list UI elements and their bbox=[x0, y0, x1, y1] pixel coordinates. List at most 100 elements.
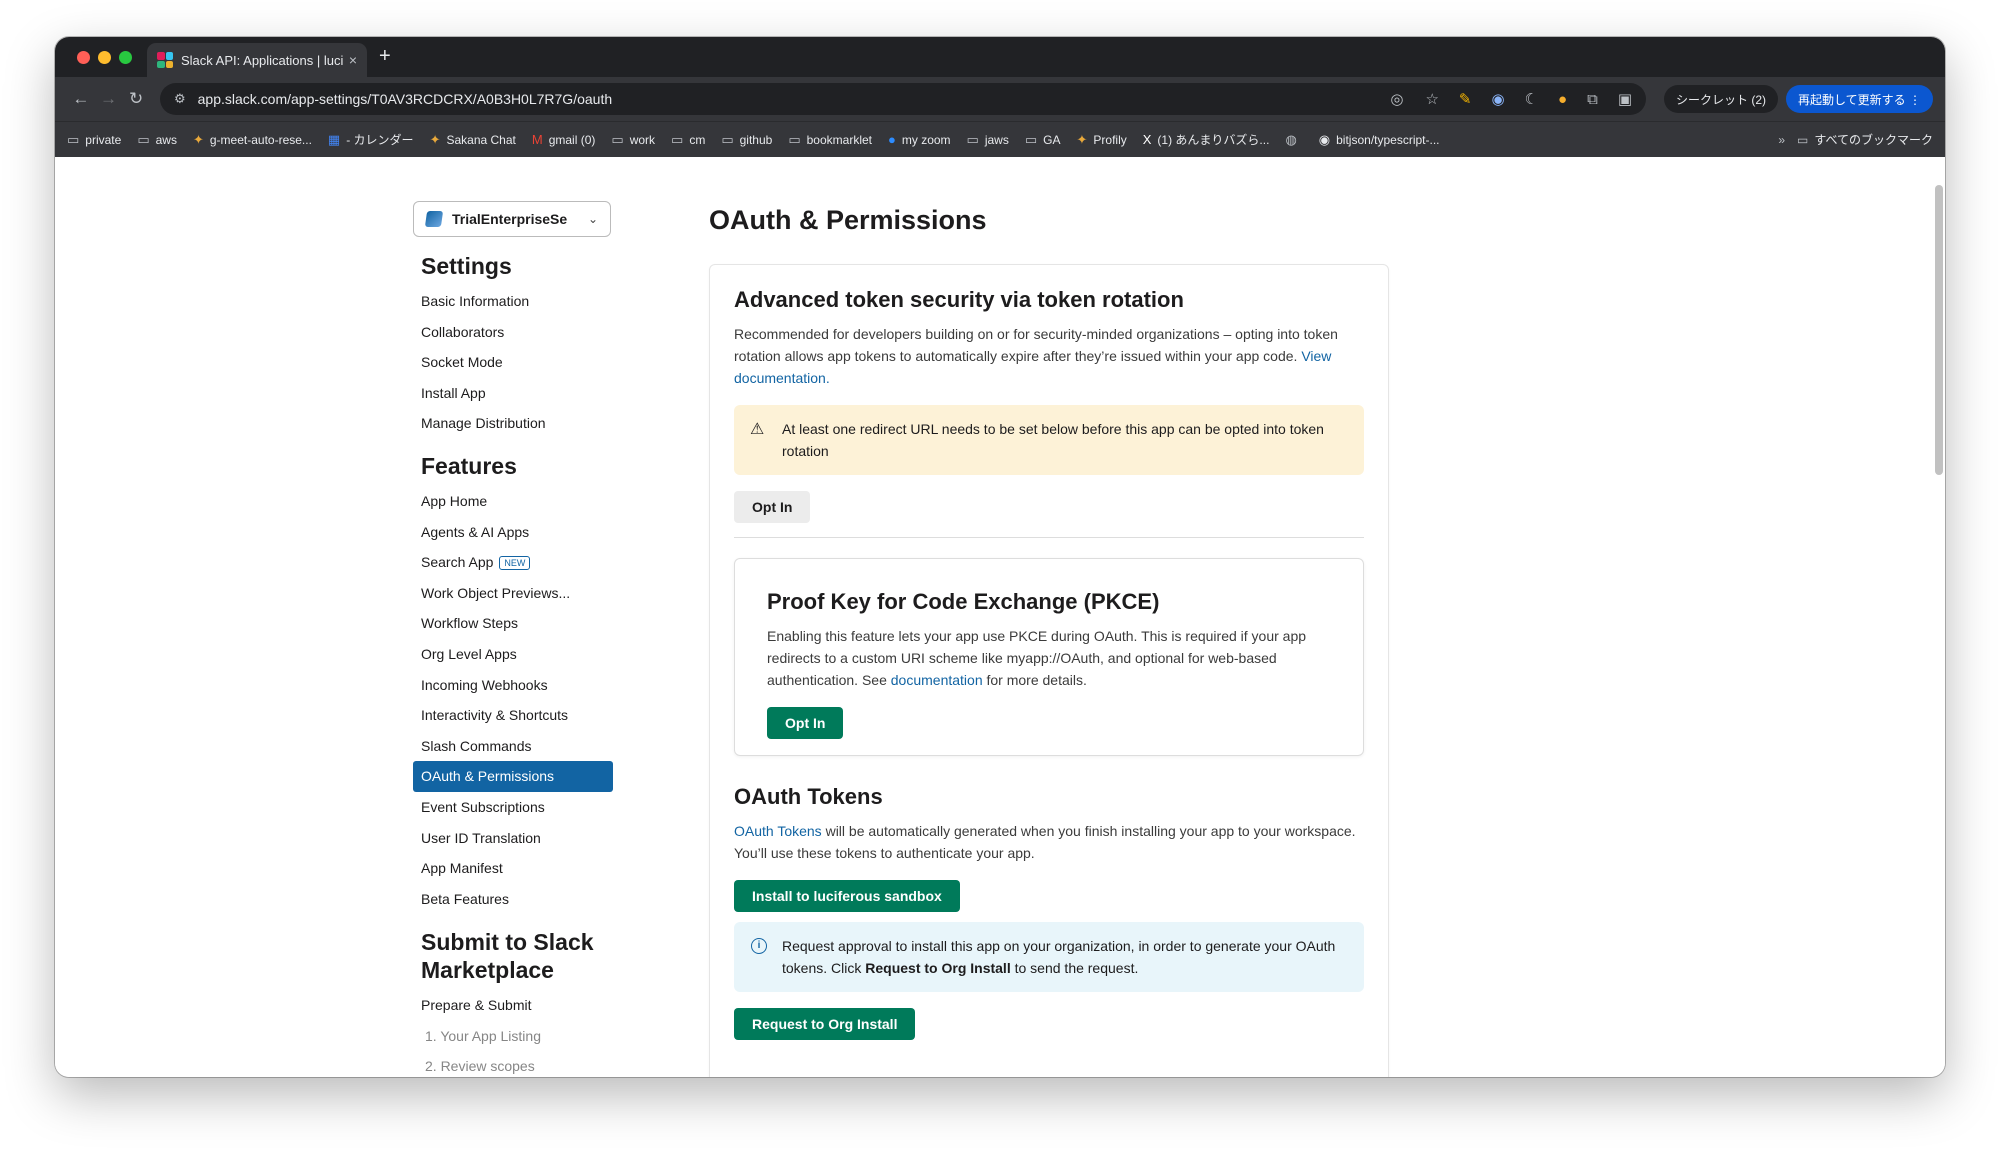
close-window-button[interactable] bbox=[77, 51, 90, 64]
bookmark-label: Profily bbox=[1093, 132, 1127, 147]
extensions-puzzle-icon[interactable]: ⧉ bbox=[1587, 91, 1598, 108]
extension-moon-icon[interactable]: ☾ bbox=[1525, 90, 1538, 108]
info-text-after: to send the request. bbox=[1014, 960, 1139, 976]
browser-tab[interactable]: Slack API: Applications | lucife × bbox=[147, 43, 367, 77]
maximize-window-button[interactable] bbox=[119, 51, 132, 64]
bookmark-item[interactable]: ▭ github bbox=[721, 132, 772, 148]
pkce-card: Proof Key for Code Exchange (PKCE) Enabl… bbox=[734, 558, 1364, 756]
sidebar-item-label: Manage Distribution bbox=[421, 415, 546, 432]
bookmark-item[interactable]: Mgmail (0) bbox=[532, 132, 596, 147]
new-tab-button[interactable]: + bbox=[379, 45, 391, 68]
extension-key-icon[interactable]: ✎ bbox=[1459, 90, 1472, 108]
token-rotation-text: Recommended for developers building on o… bbox=[734, 326, 1338, 364]
eye-off-icon[interactable]: ◎ bbox=[1390, 90, 1403, 108]
reload-icon[interactable]: ↻ bbox=[122, 89, 150, 109]
sidebar-item-label: Event Subscriptions bbox=[421, 798, 545, 815]
folder-icon: ▭ bbox=[67, 131, 80, 147]
browser-window: Slack API: Applications | lucife × + ← →… bbox=[55, 37, 1945, 1077]
sidebar-item-label: App Manifest bbox=[421, 860, 503, 877]
bookmark-item[interactable]: ▭ GA bbox=[1025, 132, 1061, 148]
sidebar-item-app-manifest[interactable]: App Manifest bbox=[413, 853, 613, 884]
extension-password-icon[interactable]: ◉ bbox=[1492, 90, 1505, 108]
sidebar-item-incoming-webhooks[interactable]: Incoming Webhooks bbox=[413, 670, 613, 701]
sidebar-item-basic-information[interactable]: Basic Information bbox=[413, 286, 613, 317]
bookmark-item[interactable]: ▭ work bbox=[611, 132, 655, 148]
browser-chrome: Slack API: Applications | lucife × + ← →… bbox=[55, 37, 1945, 157]
oauth-tokens-link[interactable]: OAuth Tokens bbox=[734, 823, 822, 839]
sidebar-item-work-object-previews[interactable]: Work Object Previews... bbox=[413, 578, 613, 609]
all-bookmarks-button[interactable]: ▭ すべてのブックマーク bbox=[1797, 131, 1933, 148]
slack-icon bbox=[157, 52, 173, 68]
sidebar-item-oauth-permissions[interactable]: OAuth & Permissions bbox=[413, 761, 613, 792]
folder-icon: ▭ bbox=[1796, 132, 1809, 147]
back-icon[interactable]: ← bbox=[67, 89, 95, 109]
install-to-workspace-button[interactable]: Install to luciferous sandbox bbox=[734, 880, 960, 912]
sidebar-item-event-subscriptions[interactable]: Event Subscriptions bbox=[413, 792, 613, 823]
sidebar-item-1-your-app-listing[interactable]: 1. Your App Listing bbox=[413, 1021, 613, 1052]
url-text[interactable]: app.slack.com/app-settings/T0AV3RCDCRX/A… bbox=[198, 91, 1391, 107]
submit-heading: Submit to Slack Marketplace bbox=[421, 929, 594, 984]
incognito-indicator[interactable]: シークレット (2) bbox=[1664, 85, 1779, 113]
bookmark-item[interactable]: ✦ Sakana Chat bbox=[430, 132, 516, 148]
sidebar-item-prepare-submit[interactable]: Prepare & Submit bbox=[413, 990, 613, 1021]
request-to-org-install-button[interactable]: Request to Org Install bbox=[734, 1008, 916, 1040]
address-bar[interactable]: ⚙ app.slack.com/app-settings/T0AV3RCDCRX… bbox=[159, 83, 1647, 115]
bookmark-item[interactable]: ✦ g-meet-auto-rese... bbox=[193, 132, 312, 148]
folder-icon: ▭ bbox=[1024, 131, 1038, 147]
bookmark-item[interactable]: ✦ Profily bbox=[1077, 132, 1127, 148]
bookmark-star-icon[interactable]: ☆ bbox=[1425, 90, 1438, 108]
sidebar-item-socket-mode[interactable]: Socket Mode bbox=[413, 347, 613, 378]
bookmark-label: GA bbox=[1043, 132, 1061, 147]
forward-icon[interactable]: → bbox=[95, 89, 123, 109]
sidebar-item-slash-commands[interactable]: Slash Commands bbox=[413, 731, 613, 762]
sidebar-item-agents-ai-apps[interactable]: Agents & AI Apps bbox=[413, 517, 613, 548]
tab-close-icon[interactable]: × bbox=[349, 52, 357, 68]
bookmark-item[interactable]: ▭ private bbox=[67, 132, 121, 148]
link-icon: ✦ bbox=[192, 131, 204, 147]
sidebar-item-org-level-apps[interactable]: Org Level Apps bbox=[413, 639, 613, 670]
team-name: TrialEnterpriseSe bbox=[452, 211, 568, 227]
settings-heading: Settings bbox=[421, 253, 512, 279]
sidebar-item-interactivity-shortcuts[interactable]: Interactivity & Shortcuts bbox=[413, 700, 613, 731]
bookmark-item[interactable]: ● my zoom bbox=[888, 132, 951, 147]
relaunch-button[interactable]: 再起動して更新する ⋮ bbox=[1786, 85, 1934, 113]
bookmark-label: bitjson/typescript-... bbox=[1336, 132, 1440, 147]
all-bookmarks-label: すべてのブックマーク bbox=[1814, 133, 1933, 147]
pkce-documentation-link[interactable]: documentation bbox=[891, 672, 983, 688]
bookmark-item[interactable]: ◍ bbox=[1285, 132, 1302, 148]
sidebar-item-install-app[interactable]: Install App bbox=[413, 378, 613, 409]
info-icon: i bbox=[751, 938, 767, 954]
bookmark-item[interactable]: ▦ - カレンダー bbox=[328, 131, 414, 148]
site-settings-icon[interactable]: ⚙ bbox=[174, 91, 186, 107]
bookmark-item[interactable]: ▭ bookmarklet bbox=[788, 132, 872, 148]
bookmark-item[interactable]: X (1) あんまりバズら... bbox=[1143, 131, 1270, 148]
minimize-window-button[interactable] bbox=[98, 51, 111, 64]
bookmark-label: my zoom bbox=[901, 132, 951, 147]
sidebar-item-app-home[interactable]: App Home bbox=[413, 486, 613, 517]
bookmark-item[interactable]: ◉ bitjson/typescript-... bbox=[1319, 132, 1440, 148]
sidebar-item-manage-distribution[interactable]: Manage Distribution bbox=[413, 408, 613, 439]
extension-cat-icon[interactable]: ● bbox=[1558, 91, 1567, 108]
sidebar-item-label: Search App bbox=[421, 554, 494, 571]
bookmark-item[interactable]: ▭ jaws bbox=[967, 132, 1009, 148]
bookmark-item[interactable]: ▭ aws bbox=[137, 132, 177, 148]
sidebar-item-user-id-translation[interactable]: User ID Translation bbox=[413, 823, 613, 854]
sidebar-item-search-app[interactable]: Search App NEW bbox=[413, 547, 613, 578]
folder-icon: ▭ bbox=[611, 131, 624, 147]
token-rotation-opt-in-button[interactable]: Opt In bbox=[734, 491, 811, 523]
warning-text: At least one redirect URL needs to be se… bbox=[782, 421, 1324, 459]
team-selector[interactable]: TrialEnterpriseSe ⌄ bbox=[413, 201, 611, 237]
sidebar-item-workflow-steps[interactable]: Workflow Steps bbox=[413, 608, 613, 639]
pkce-opt-in-button[interactable]: Opt In bbox=[767, 707, 844, 739]
tab-title: Slack API: Applications | lucife bbox=[181, 52, 343, 68]
bookmark-label: Sakana Chat bbox=[446, 132, 516, 147]
scrollbar[interactable] bbox=[1935, 185, 1943, 475]
split-view-icon[interactable]: ▣ bbox=[1618, 90, 1632, 108]
bookmarks-overflow-button[interactable]: » bbox=[1778, 133, 1785, 147]
sidebar-item-collaborators[interactable]: Collaborators bbox=[413, 317, 613, 348]
sidebar-item-2-review-scopes[interactable]: 2. Review scopes bbox=[413, 1051, 613, 1077]
link-icon: ✦ bbox=[429, 131, 441, 147]
sidebar-item-beta-features[interactable]: Beta Features bbox=[413, 884, 613, 915]
bookmark-item[interactable]: ▭ cm bbox=[671, 132, 705, 148]
pkce-description: Enabling this feature lets your app use … bbox=[767, 625, 1331, 691]
